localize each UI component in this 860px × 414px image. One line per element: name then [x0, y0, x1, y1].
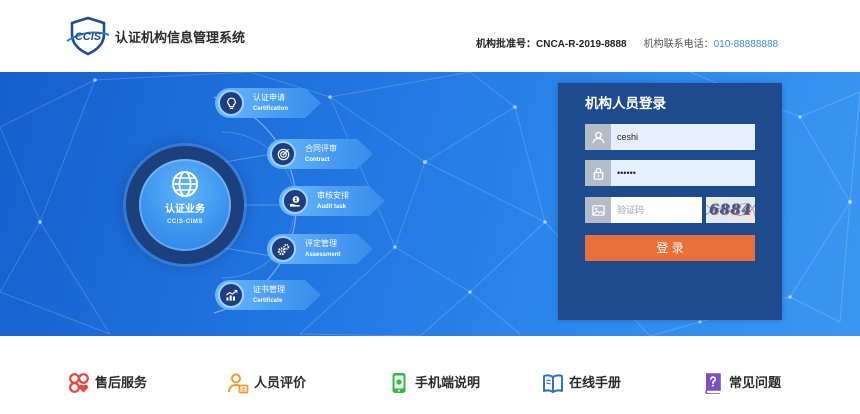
module-certification[interactable]: 认证申请 Certification — [215, 88, 321, 118]
person-rating-icon — [228, 373, 249, 394]
lock-icon — [585, 160, 611, 186]
business-hub: 认证业务 CCIS-CIMS — [126, 146, 244, 264]
footer-item-person-rating[interactable]: 人员评价 — [227, 372, 306, 394]
module-assessment[interactable]: 评定管理 Assessment — [267, 234, 373, 264]
logo-text: CCIS — [75, 31, 102, 43]
image-icon — [585, 197, 611, 223]
footer-item-label: 售后服务 — [95, 375, 148, 390]
mobile-phone-icon — [392, 373, 406, 393]
hub-title: 认证业务 — [165, 204, 205, 215]
quick-links-bar: 售后服务 人员评价 手机端说明 在线手册 常见问题 — [0, 336, 860, 414]
system-title: 认证机构信息管理系统 — [115, 30, 246, 45]
captcha-input[interactable] — [611, 197, 702, 223]
module-label-cn: 审核安排 — [317, 191, 349, 200]
footer-item-label: 常见问题 — [729, 375, 782, 390]
faq-book-icon — [705, 373, 721, 394]
username-input[interactable] — [611, 124, 755, 150]
lightbulb-icon — [218, 90, 244, 116]
hero-banner: 认证业务 CCIS-CIMS 认证申请 Certification 合同评审 C… — [0, 72, 860, 336]
password-field — [585, 160, 755, 186]
username-field — [585, 124, 755, 150]
growth-chart-icon — [218, 282, 244, 308]
open-book-icon — [543, 374, 563, 393]
login-title: 机构人员登录 — [585, 96, 666, 111]
module-audit-task[interactable]: 审核安排 Audit task — [279, 186, 385, 216]
footer-item-label: 人员评价 — [254, 375, 307, 390]
captcha-text: 6884 — [709, 202, 752, 218]
module-label-en: Contract — [305, 157, 330, 163]
module-text: 认证申请 Certification — [253, 93, 288, 113]
module-label-cn: 认证申请 — [253, 93, 285, 102]
module-label-en: Certification — [253, 106, 289, 112]
phone-label: 机构联系电话： — [643, 39, 714, 50]
module-text: 审核安排 Audit task — [317, 191, 349, 211]
header-info: 机构批准号：CNCA-R-2019-8888 机构联系电话：010-8888888… — [476, 39, 778, 51]
login-panel: 机构人员登录 6884 — [558, 83, 782, 320]
module-label-en: Certificate — [253, 298, 283, 304]
ccis-shield-logo: CCIS — [66, 16, 110, 56]
globe-icon — [172, 171, 198, 197]
module-contract[interactable]: 合同评审 Contract — [267, 139, 373, 169]
target-icon — [270, 141, 296, 167]
header: CCIS 认证机构信息管理系统 机构批准号：CNCA-R-2019-8888 机构… — [0, 0, 860, 72]
user-icon — [585, 124, 611, 150]
footer-item-online-manual[interactable]: 在线手册 — [542, 372, 621, 394]
module-label-en: Assessment — [305, 252, 341, 258]
money-hand-icon — [282, 188, 308, 214]
approval-number: CNCA-R-2019-8888 — [536, 39, 627, 50]
approval-label: 机构批准号： — [476, 39, 536, 50]
footer-item-after-sales[interactable]: 售后服务 — [68, 372, 147, 394]
module-text: 合同评审 Contract — [305, 144, 337, 164]
after-sales-service-icon — [69, 373, 89, 393]
footer-item-label: 手机端说明 — [415, 375, 481, 390]
module-label-cn: 合同评审 — [305, 144, 337, 153]
module-label-cn: 评定管理 — [305, 239, 337, 248]
module-certificate[interactable]: 证书管理 Certificate — [215, 280, 321, 310]
captcha-image[interactable]: 6884 — [706, 197, 755, 223]
module-text: 评定管理 Assessment — [305, 239, 340, 259]
footer-item-faq[interactable]: 常见问题 — [702, 372, 781, 394]
footer-item-label: 在线手册 — [569, 375, 622, 390]
module-label-en: Audit task — [317, 204, 347, 210]
module-label-cn: 证书管理 — [253, 285, 285, 294]
phone-number: 010-88888888 — [713, 39, 779, 50]
hub-inner-circle: 认证业务 CCIS-CIMS — [139, 159, 231, 251]
module-text: 证书管理 Certificate — [253, 285, 285, 305]
approval-info: 机构批准号：CNCA-R-2019-8888 — [476, 39, 627, 50]
password-input[interactable] — [611, 160, 755, 186]
hub-subtitle: CCIS-CIMS — [167, 219, 203, 225]
captcha-field: 6884 — [585, 197, 755, 223]
footer-item-mobile-guide[interactable]: 手机端说明 — [388, 372, 480, 394]
login-button[interactable]: 登 录 — [585, 235, 755, 261]
gears-icon — [270, 236, 296, 262]
phone-info: 机构联系电话：010-88888888 — [644, 39, 779, 50]
